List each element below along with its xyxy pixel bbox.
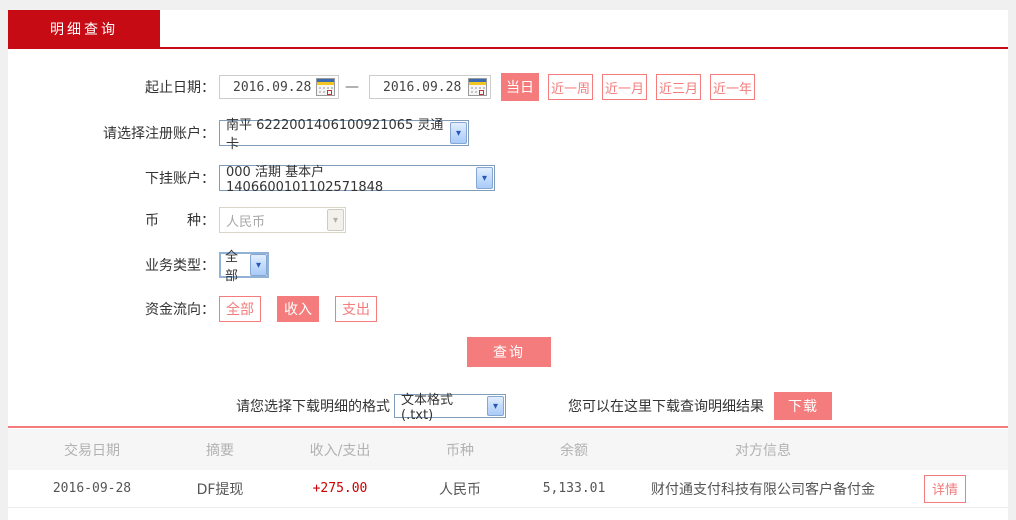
download-format-value: 文本格式 (.txt)	[401, 393, 454, 423]
date-range-row: 起止日期： 2016.09.28 — 2016.09.28 当日 近一周 近一月…	[8, 73, 1008, 101]
calendar-icon[interactable]	[468, 78, 487, 96]
fund-flow-row: 资金流向： 全部 收入 支出	[8, 295, 1008, 323]
date-separator: —	[345, 79, 359, 95]
currency-select: 人民币 ▾	[219, 207, 346, 233]
date-range-label: 起止日期：	[145, 80, 215, 96]
sub-account-value: 000 活期 基本户 1406600101102571848	[226, 165, 384, 195]
fund-flow-label: 资金流向：	[145, 302, 215, 318]
sub-account-select[interactable]: 000 活期 基本户 1406600101102571848 ▾	[219, 165, 495, 195]
column-header-balance: 余额	[560, 442, 588, 459]
tab-detail-query[interactable]: 明细查询	[8, 10, 160, 47]
business-type-select[interactable]: 全部 ▾	[219, 250, 269, 284]
download-row: 请您选择下载明细的格式 文本格式 (.txt) ▾ 您可以在这里下载查询明细结果…	[8, 392, 1008, 423]
tab-label: 明细查询	[50, 21, 118, 38]
quick-range-year-button[interactable]: 近一年	[710, 74, 755, 100]
fund-flow-income-button[interactable]: 收入	[277, 296, 319, 322]
currency-row: 币 种： 人民币 ▾	[8, 207, 1008, 233]
download-format-select[interactable]: 文本格式 (.txt) ▾	[394, 393, 506, 423]
quick-range-month-button[interactable]: 近一月	[602, 74, 647, 100]
register-account-select[interactable]: 南平 6222001406100921065 灵通卡 ▾	[219, 118, 469, 152]
cell-currency: 人民币	[439, 481, 481, 498]
chevron-down-icon[interactable]: ▾	[450, 122, 467, 144]
chevron-down-icon: ▾	[327, 209, 344, 231]
quick-range-today-button[interactable]: 当日	[501, 73, 539, 101]
currency-label: 币 种：	[145, 213, 215, 229]
business-type-row: 业务类型： 全部 ▾	[8, 250, 1008, 284]
column-header-date: 交易日期	[64, 442, 120, 459]
sub-account-label: 下挂账户：	[145, 171, 215, 187]
detail-button[interactable]: 详情	[924, 474, 966, 503]
column-header-summary: 摘要	[206, 442, 234, 459]
currency-value: 人民币	[226, 214, 266, 230]
business-type-label: 业务类型：	[145, 258, 215, 274]
chevron-down-icon[interactable]: ▾	[487, 396, 504, 416]
cell-counterparty: 财付通支付科技有限公司客户备付金	[651, 481, 875, 498]
query-button[interactable]: 查询	[467, 337, 551, 367]
cell-balance: 5,133.01	[542, 481, 606, 496]
register-account-value: 南平 6222001406100921065 灵通卡	[226, 118, 444, 152]
quick-range-quarter-button[interactable]: 近三月	[656, 74, 701, 100]
quick-range-week-button[interactable]: 近一周	[548, 74, 593, 100]
business-type-value: 全部	[225, 250, 239, 284]
table-top-divider	[8, 426, 1008, 428]
main-panel: 明细查询 起止日期： 2016.09.28 — 2016.09.28 当日 近一…	[8, 10, 1008, 520]
start-date-value: 2016.09.28	[233, 79, 312, 95]
column-header-amount: 收入/支出	[309, 442, 371, 459]
chevron-down-icon[interactable]: ▾	[250, 254, 267, 276]
register-account-row: 请选择注册账户： 南平 6222001406100921065 灵通卡 ▾	[8, 118, 1008, 152]
column-header-counterparty: 对方信息	[735, 442, 791, 459]
sub-account-row: 下挂账户： 000 活期 基本户 1406600101102571848 ▾	[8, 165, 1008, 195]
fund-flow-all-button[interactable]: 全部	[219, 296, 261, 322]
table-row: 2016-09-28 DF提现 +275.00 人民币 5,133.01 财付通…	[8, 470, 1008, 508]
chevron-down-icon[interactable]: ▾	[476, 167, 493, 189]
calendar-icon[interactable]	[316, 78, 335, 96]
end-date-input[interactable]: 2016.09.28	[369, 75, 491, 99]
cell-summary: DF提现	[196, 481, 244, 498]
cell-amount: +275.00	[312, 481, 368, 496]
download-format-label: 请您选择下载明细的格式	[236, 399, 390, 415]
start-date-input[interactable]: 2016.09.28	[219, 75, 339, 99]
download-hint: 您可以在这里下载查询明细结果	[568, 399, 764, 415]
register-account-label: 请选择注册账户：	[103, 126, 215, 142]
table-header: 交易日期 摘要 收入/支出 币种 余额 对方信息	[8, 429, 1008, 470]
cell-date: 2016-09-28	[52, 481, 132, 496]
end-date-value: 2016.09.28	[383, 79, 462, 95]
tab-underline	[8, 47, 1008, 49]
column-header-currency: 币种	[446, 442, 474, 459]
download-button[interactable]: 下载	[774, 392, 832, 420]
fund-flow-expense-button[interactable]: 支出	[335, 296, 377, 322]
